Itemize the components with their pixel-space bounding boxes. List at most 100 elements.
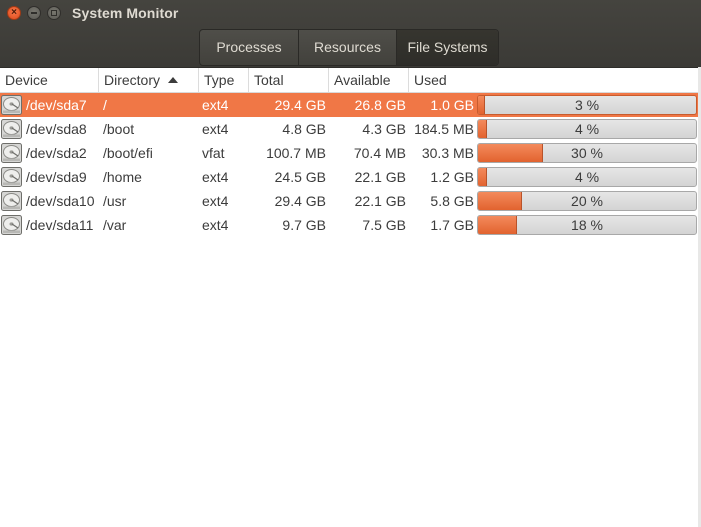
type-cell: vfat: [202, 145, 225, 161]
maximize-icon: [51, 10, 57, 16]
close-icon: ×: [11, 7, 17, 18]
device-cell: /dev/sda8: [26, 121, 87, 137]
close-window-button[interactable]: ×: [7, 6, 21, 20]
usage-percent: 3 %: [574, 97, 600, 113]
usage-percent: 4 %: [574, 169, 600, 185]
available-cell: 7.5 GB: [362, 217, 406, 233]
column-header-label: Type: [204, 72, 235, 88]
usage-bar-cell: 4 %: [477, 117, 697, 141]
view-switcher: Processes Resources File Systems: [199, 29, 499, 66]
device-cell: /dev/sda2: [26, 145, 87, 161]
usage-progress-bar: 18 %: [477, 215, 697, 235]
usage-percent: 4 %: [574, 121, 600, 137]
type-cell: ext4: [202, 193, 229, 209]
disk-icon-cell: [0, 117, 24, 141]
table-row[interactable]: /dev/sda7 / ext4 29.4 GB 26.8 GB 1.0 GB 3 %: [0, 93, 701, 117]
column-header-used[interactable]: Used: [409, 68, 701, 92]
minimize-window-button[interactable]: [27, 6, 41, 20]
device-cell: /dev/sda7: [26, 97, 87, 113]
used-cell: 30.3 MB: [421, 145, 474, 161]
total-cell: 9.7 GB: [282, 217, 326, 233]
available-cell: 22.1 GB: [354, 193, 406, 209]
type-cell: ext4: [202, 169, 229, 185]
column-header-type[interactable]: Type: [199, 68, 249, 92]
tab-processes[interactable]: Processes: [200, 30, 298, 65]
usage-bar-cell: 30 %: [477, 141, 697, 165]
total-cell: 4.8 GB: [282, 121, 326, 137]
disk-icon-cell: [0, 93, 24, 117]
type-cell: ext4: [202, 97, 229, 113]
column-header-label: Available: [334, 72, 391, 88]
hard-disk-icon: [1, 167, 22, 187]
disk-icon-cell: [0, 165, 24, 189]
available-cell: 26.8 GB: [354, 97, 406, 113]
table-row[interactable]: /dev/sda11/var ext4 9.7 GB 7.5 GB 1.7 GB 18 %: [0, 213, 701, 237]
disk-icon-cell: [0, 189, 24, 213]
total-cell: 24.5 GB: [274, 169, 326, 185]
usage-progress-bar: 3 %: [477, 95, 697, 115]
device-cell: /dev/sda10: [26, 193, 95, 209]
window-title: System Monitor: [72, 5, 179, 21]
column-header-label: Device: [5, 72, 48, 88]
hard-disk-icon: [1, 143, 22, 163]
usage-progress-bar: 20 %: [477, 191, 697, 211]
used-cell: 1.0 GB: [430, 97, 474, 113]
hard-disk-icon: [1, 119, 22, 139]
used-cell: 1.7 GB: [430, 217, 474, 233]
maximize-window-button[interactable]: [47, 6, 61, 20]
usage-progress-bar: 4 %: [477, 167, 697, 187]
used-cell: 1.2 GB: [430, 169, 474, 185]
tab-file-systems[interactable]: File Systems: [396, 30, 498, 65]
disk-icon-cell: [0, 213, 24, 237]
device-cell: /dev/sda11: [26, 217, 94, 233]
available-cell: 4.3 GB: [362, 121, 406, 137]
directory-cell: /usr: [103, 193, 127, 209]
usage-percent: 20 %: [571, 193, 603, 209]
directory-cell: /boot: [103, 121, 135, 137]
column-header-directory[interactable]: Directory: [99, 68, 199, 92]
system-monitor-window: × System Monitor Processes Resources Fil…: [0, 0, 701, 527]
hard-disk-icon: [1, 95, 22, 115]
usage-progress-bar: 4 %: [477, 119, 697, 139]
usage-bar-cell: 4 %: [477, 165, 697, 189]
table-row[interactable]: /dev/sda10/usr ext4 29.4 GB 22.1 GB 5.8 GB 20…: [0, 189, 701, 213]
column-header-available[interactable]: Available: [329, 68, 409, 92]
available-cell: 70.4 MB: [353, 145, 406, 161]
used-cell: 5.8 GB: [430, 193, 474, 209]
disk-icon-cell: [0, 141, 24, 165]
table-row[interactable]: /dev/sda9/home ext4 24.5 GB 22.1 GB 1.2 GB 4 …: [0, 165, 701, 189]
directory-cell: /boot/efi: [103, 145, 153, 161]
usage-percent: 18 %: [571, 217, 603, 233]
usage-percent: 30 %: [571, 145, 603, 161]
table-row[interactable]: /dev/sda8/boot ext4 4.8 GB 4.3 GB 184.5 MB 4 …: [0, 117, 701, 141]
hard-disk-icon: [1, 191, 22, 211]
directory-cell: /home: [103, 169, 142, 185]
type-cell: ext4: [202, 121, 229, 137]
total-cell: 29.4 GB: [274, 193, 326, 209]
usage-progress-bar: 30 %: [477, 143, 697, 163]
total-cell: 29.4 GB: [274, 97, 326, 113]
tab-resources[interactable]: Resources: [298, 30, 396, 65]
total-cell: 100.7 MB: [266, 145, 326, 161]
column-header-label: Total: [254, 72, 284, 88]
column-header-total[interactable]: Total: [249, 68, 329, 92]
minimize-icon: [31, 12, 37, 14]
directory-cell: /: [103, 97, 107, 113]
available-cell: 22.1 GB: [354, 169, 406, 185]
usage-bar-cell: 20 %: [477, 189, 697, 213]
used-cell: 184.5 MB: [414, 121, 474, 137]
table-row[interactable]: /dev/sda2/boot/efi vfat 100.7 MB 70.4 MB 30.…: [0, 141, 701, 165]
device-cell: /dev/sda9: [26, 169, 87, 185]
column-header-device[interactable]: Device: [0, 68, 99, 92]
header-bar: × System Monitor Processes Resources Fil…: [0, 0, 701, 68]
table-header: Device Directory Type Total Available Us…: [0, 68, 701, 93]
column-header-label: Directory: [104, 72, 161, 88]
usage-bar-cell: 18 %: [477, 213, 697, 237]
directory-cell: /var: [103, 217, 127, 233]
usage-bar-cell: 3 %: [477, 93, 697, 117]
column-header-label: Used: [414, 72, 447, 88]
file-systems-table: /dev/sda7/ext4 29.4 GB 26.8 GB 1.0 GB 3 %/de…: [0, 93, 701, 237]
type-cell: ext4: [202, 217, 229, 233]
sort-ascending-icon: [168, 77, 179, 83]
hard-disk-icon: [1, 215, 22, 235]
